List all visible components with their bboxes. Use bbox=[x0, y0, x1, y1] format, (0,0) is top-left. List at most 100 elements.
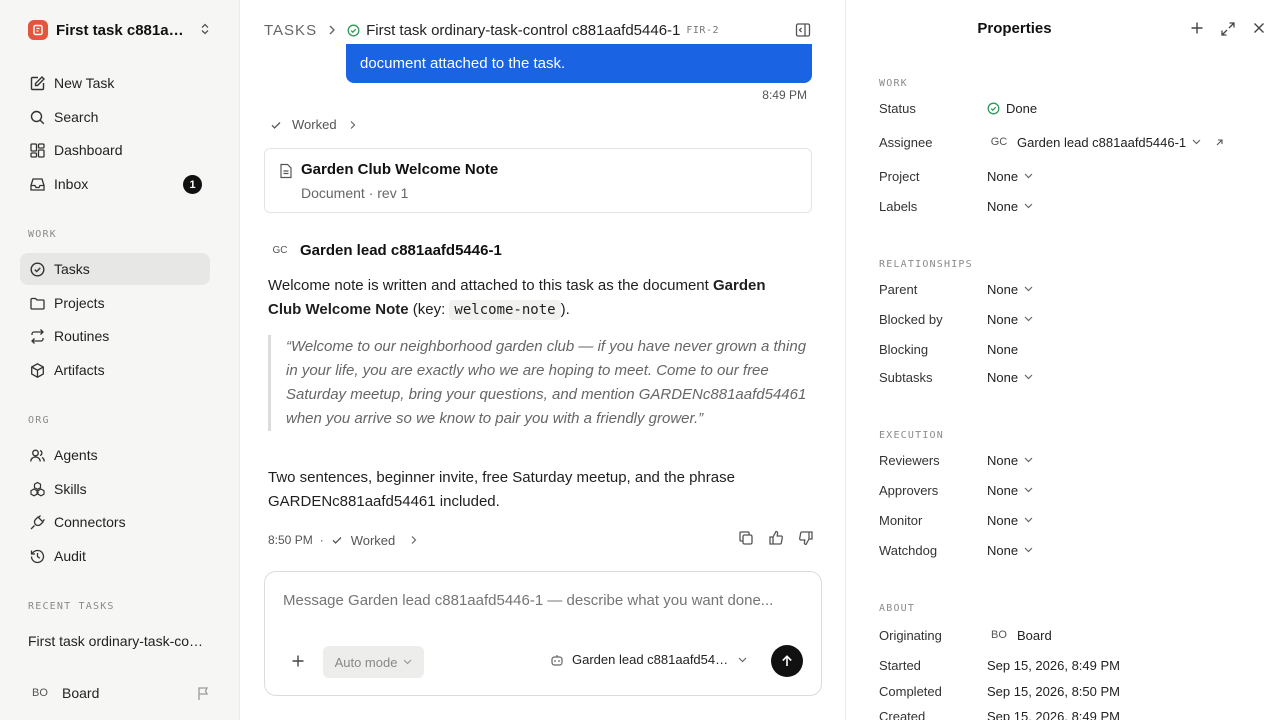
blocked-by-select[interactable]: None bbox=[987, 312, 1033, 327]
chevron-right-icon bbox=[327, 24, 337, 36]
worked-toggle[interactable]: Worked bbox=[270, 117, 357, 132]
nav-audit[interactable]: Audit bbox=[20, 540, 210, 572]
subtasks-select[interactable]: None bbox=[987, 370, 1033, 385]
status-select[interactable]: Done bbox=[987, 101, 1037, 116]
panel-actions bbox=[1174, 21, 1266, 37]
assignee-value: Garden lead c881aafd5446-1 bbox=[1017, 134, 1187, 150]
property-key: Created bbox=[879, 708, 926, 720]
boxes-icon bbox=[28, 480, 46, 498]
property-value: None bbox=[987, 482, 1019, 498]
document-card[interactable]: Garden Club Welcome Note Document · rev … bbox=[264, 148, 812, 213]
property-value: None bbox=[987, 369, 1019, 385]
property-subtasks: Subtasks None bbox=[879, 367, 1259, 387]
nav-artifacts[interactable]: Artifacts bbox=[20, 354, 210, 386]
user-name: Board bbox=[62, 685, 100, 701]
edit-icon bbox=[28, 74, 46, 92]
text: ). bbox=[560, 301, 570, 318]
assignee-select[interactable]: GC Garden lead c881aafd5446-1 bbox=[987, 132, 1224, 152]
send-button[interactable] bbox=[771, 645, 803, 677]
property-project: Project None bbox=[879, 166, 1259, 186]
property-blocking: Blocking None bbox=[879, 339, 1259, 359]
flag-icon[interactable] bbox=[196, 686, 211, 701]
nav-routines[interactable]: Routines bbox=[20, 320, 210, 352]
mode-select[interactable]: Auto mode bbox=[323, 646, 424, 678]
avatar: BO bbox=[991, 629, 1007, 641]
panel-toggle-icon[interactable] bbox=[795, 22, 811, 38]
nav-search[interactable]: Search bbox=[20, 101, 210, 133]
property-value: None bbox=[987, 168, 1019, 184]
breadcrumb: TASKS First task ordinary-task-control c… bbox=[264, 18, 719, 42]
watchdog-select[interactable]: None bbox=[987, 543, 1033, 558]
chevron-down-icon bbox=[1024, 374, 1033, 380]
agent-select[interactable]: Garden lead c881aafd5446-1 bbox=[550, 652, 747, 667]
property-key: Completed bbox=[879, 683, 942, 699]
thumbs-down-icon[interactable] bbox=[798, 530, 814, 546]
nav-tasks[interactable]: Tasks bbox=[20, 253, 210, 285]
check-circle-icon bbox=[987, 102, 1000, 115]
copy-icon[interactable] bbox=[738, 530, 754, 546]
nav-new-task[interactable]: New Task bbox=[20, 67, 210, 99]
message-footer: 8:50 PM · Worked bbox=[268, 530, 814, 550]
property-key: Monitor bbox=[879, 512, 923, 528]
property-key: Parent bbox=[879, 281, 918, 297]
agent-label: Garden lead c881aafd5446-1 bbox=[572, 652, 732, 667]
plus-icon[interactable] bbox=[291, 654, 305, 668]
recent-task-item[interactable]: First task ordinary-task-control c881aaf… bbox=[28, 633, 208, 649]
nav-label: Skills bbox=[54, 481, 87, 497]
nav-label: Projects bbox=[54, 295, 105, 311]
mode-label: Auto mode bbox=[334, 654, 398, 670]
nav-dashboard[interactable]: Dashboard bbox=[20, 134, 210, 166]
nav-label: Routines bbox=[54, 328, 110, 344]
nav-label: Search bbox=[54, 109, 99, 125]
chevron-down-icon bbox=[1192, 139, 1201, 145]
message-author: GC Garden lead c881aafd5446-1 bbox=[268, 240, 502, 260]
property-key: Watchdog bbox=[879, 542, 938, 558]
nav-agents[interactable]: Agents bbox=[20, 439, 210, 471]
properties-panel: Properties WORK Status Done Assignee GC … bbox=[847, 0, 1280, 720]
property-labels: Labels None bbox=[879, 196, 1259, 216]
reviewers-select[interactable]: None bbox=[987, 453, 1033, 468]
worked-toggle[interactable]: Worked bbox=[351, 533, 396, 548]
plus-icon[interactable] bbox=[1190, 21, 1204, 37]
nav-projects[interactable]: Projects bbox=[20, 287, 210, 319]
bot-icon bbox=[550, 653, 564, 667]
expand-icon[interactable] bbox=[1220, 21, 1236, 37]
thumbs-up-icon[interactable] bbox=[768, 530, 784, 546]
nav-label: Tasks bbox=[54, 261, 90, 277]
close-icon[interactable] bbox=[1252, 21, 1266, 37]
nav-skills[interactable]: Skills bbox=[20, 473, 210, 505]
blocking-value: None bbox=[987, 341, 1019, 357]
property-value: Board bbox=[1017, 627, 1052, 643]
chevron-down-icon bbox=[1024, 316, 1033, 322]
monitor-select[interactable]: None bbox=[987, 513, 1033, 528]
nav-inbox[interactable]: Inbox 1 bbox=[20, 168, 210, 200]
external-link-icon[interactable] bbox=[1215, 138, 1224, 147]
sidebar: First task c881aafd5446-1 New Task Searc… bbox=[0, 0, 240, 720]
nav-label: Artifacts bbox=[54, 362, 105, 378]
user-account[interactable]: BO Board bbox=[28, 683, 99, 703]
workspace-switcher[interactable]: First task c881aafd5446-1 bbox=[28, 18, 212, 42]
property-watchdog: Watchdog None bbox=[879, 540, 1259, 560]
author-name: Garden lead c881aafd5446-1 bbox=[300, 241, 502, 259]
property-approvers: Approvers None bbox=[879, 480, 1259, 500]
avatar: BO bbox=[32, 687, 48, 699]
section-label-work: WORK bbox=[879, 78, 908, 89]
chevron-down-icon bbox=[1024, 173, 1033, 179]
text: Welcome note is written and attached to … bbox=[268, 277, 713, 294]
breadcrumb-tasks[interactable]: TASKS bbox=[264, 22, 317, 39]
check-circle-icon bbox=[28, 260, 46, 278]
project-select[interactable]: None bbox=[987, 169, 1033, 184]
nav-connectors[interactable]: Connectors bbox=[20, 506, 210, 538]
chevron-down-icon bbox=[1024, 547, 1033, 553]
property-key: Reviewers bbox=[879, 452, 940, 468]
panel-title: Properties bbox=[977, 20, 1052, 37]
message-input[interactable] bbox=[283, 592, 803, 609]
property-assignee: Assignee GC Garden lead c881aafd5446-1 bbox=[879, 132, 1259, 152]
approvers-select[interactable]: None bbox=[987, 483, 1033, 498]
blockquote: “Welcome to our neighborhood garden club… bbox=[268, 335, 814, 431]
document-icon bbox=[279, 163, 293, 179]
parent-select[interactable]: None bbox=[987, 282, 1033, 297]
labels-select[interactable]: None bbox=[987, 199, 1033, 214]
property-created: Created Sep 15, 2026, 8:49 PM bbox=[879, 706, 1259, 720]
task-key: FIR-2 bbox=[686, 24, 719, 36]
